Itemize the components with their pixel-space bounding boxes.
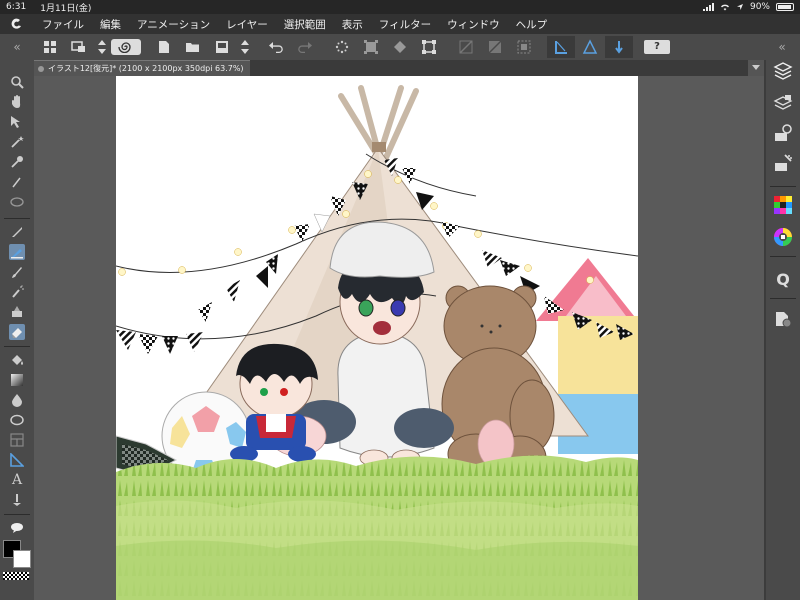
chevron-down-icon	[752, 65, 760, 70]
command-bar: ?	[34, 34, 764, 60]
menu-help[interactable]: ヘルプ	[508, 17, 556, 32]
wifi-icon	[720, 4, 729, 11]
pen-icon[interactable]	[9, 224, 25, 240]
ruler-icon[interactable]	[9, 452, 25, 468]
transparent-color-swatch[interactable]	[3, 572, 29, 580]
material-icon[interactable]	[772, 308, 794, 330]
menu-bar: ファイル 編集 アニメーション レイヤー 選択範囲 表示 フィルター ウィンドウ…	[0, 14, 800, 34]
sparkle-icon[interactable]	[328, 36, 356, 58]
battery-percent: 90%	[749, 2, 770, 12]
document-tab-title: イラスト12[復元]* (2100 x 2100px 350dpi 63.7%)	[48, 64, 244, 73]
transform-icon[interactable]	[65, 36, 93, 58]
decoration-icon[interactable]	[9, 304, 25, 320]
brush-icon[interactable]	[9, 264, 25, 280]
right-collapse-strip[interactable]: «	[764, 34, 800, 60]
layout-grid-icon[interactable]	[36, 36, 64, 58]
menu-view[interactable]: 表示	[334, 17, 371, 32]
document-tab[interactable]: イラスト12[復元]* (2100 x 2100px 350dpi 63.7%)	[34, 60, 250, 76]
blend-icon[interactable]	[9, 392, 25, 408]
ruler-snap-icon[interactable]	[547, 36, 575, 58]
undo-icon[interactable]	[262, 36, 290, 58]
menu-edit[interactable]: 編集	[92, 17, 129, 32]
crop-icon[interactable]	[452, 36, 480, 58]
clip-studio-logo-icon[interactable]	[0, 14, 34, 34]
color-set-icon[interactable]	[772, 194, 794, 216]
help-label: ?	[644, 40, 670, 54]
illustration-canvas[interactable]	[116, 76, 638, 600]
balloon-icon[interactable]	[9, 520, 25, 536]
swap-arrows-icon[interactable]	[237, 36, 253, 58]
correction-icon[interactable]	[9, 492, 25, 508]
status-time: 6:31	[6, 2, 27, 12]
frame-icon[interactable]	[9, 432, 25, 448]
grass-field	[116, 455, 638, 600]
document-tab-bar: イラスト12[復元]* (2100 x 2100px 350dpi 63.7%)	[34, 60, 764, 76]
transform-handles-icon[interactable]	[415, 36, 443, 58]
tab-dropdown-button[interactable]	[748, 60, 764, 76]
gradient-icon[interactable]	[9, 372, 25, 388]
bucket-icon[interactable]	[386, 36, 414, 58]
double-chevron-left-icon: «	[778, 40, 786, 54]
status-indicators: 90%	[702, 2, 794, 12]
menu-animation[interactable]: アニメーション	[129, 17, 218, 32]
lasso-icon[interactable]	[9, 194, 25, 210]
left-toolbar: A	[0, 60, 34, 600]
menu-window[interactable]: ウィンドウ	[439, 17, 508, 32]
text-icon[interactable]: A	[9, 472, 25, 488]
zoom-icon[interactable]	[9, 74, 25, 90]
pencil-icon[interactable]	[9, 244, 25, 260]
color-wheel-icon[interactable]	[772, 226, 794, 248]
fill-square-icon[interactable]	[481, 36, 509, 58]
tool-property-icon[interactable]	[772, 152, 794, 174]
menu-selection[interactable]: 選択範囲	[276, 17, 334, 32]
status-date: 1月11日(金)	[40, 3, 92, 14]
new-file-icon[interactable]	[150, 36, 178, 58]
perspective-icon[interactable]	[576, 36, 604, 58]
search-icon[interactable]: Q	[772, 268, 794, 290]
magic-wand-icon[interactable]	[9, 134, 25, 150]
vanish-point-icon[interactable]	[605, 36, 633, 58]
signal-icon	[702, 3, 714, 11]
redo-icon[interactable]	[291, 36, 319, 58]
cube-select-icon[interactable]	[357, 36, 385, 58]
sub-color-swatch[interactable]	[13, 550, 31, 568]
help-icon[interactable]: ?	[642, 36, 672, 58]
ios-status-bar: 6:31 1月11日(金) 90%	[0, 0, 800, 14]
layer-property-icon[interactable]	[772, 92, 794, 114]
fill-icon[interactable]	[9, 352, 25, 368]
move-layer-icon[interactable]	[9, 114, 25, 130]
ellipse-icon[interactable]	[9, 412, 25, 428]
save-icon[interactable]	[208, 36, 236, 58]
menu-file[interactable]: ファイル	[34, 17, 92, 32]
battery-icon	[776, 3, 794, 11]
eyedropper-icon[interactable]	[9, 154, 25, 170]
swap-arrows-icon[interactable]	[94, 36, 110, 58]
eyedropper-icon[interactable]	[9, 174, 25, 190]
deselect-icon[interactable]	[510, 36, 538, 58]
hand-icon[interactable]	[9, 94, 25, 110]
sub-tool-icon[interactable]	[772, 122, 794, 144]
right-toolbar: Q	[766, 60, 800, 600]
eraser-icon[interactable]	[9, 324, 25, 340]
left-collapse-strip[interactable]: «	[0, 34, 34, 60]
layer-icon[interactable]	[772, 60, 794, 82]
double-chevron-left-icon: «	[13, 40, 21, 54]
location-icon	[736, 4, 743, 10]
close-tab-icon[interactable]	[38, 65, 44, 72]
open-folder-icon[interactable]	[179, 36, 207, 58]
menu-filter[interactable]: フィルター	[371, 17, 439, 32]
airbrush-icon[interactable]	[9, 284, 25, 300]
menu-layer[interactable]: レイヤー	[218, 17, 276, 32]
spiral-icon[interactable]	[111, 39, 141, 55]
